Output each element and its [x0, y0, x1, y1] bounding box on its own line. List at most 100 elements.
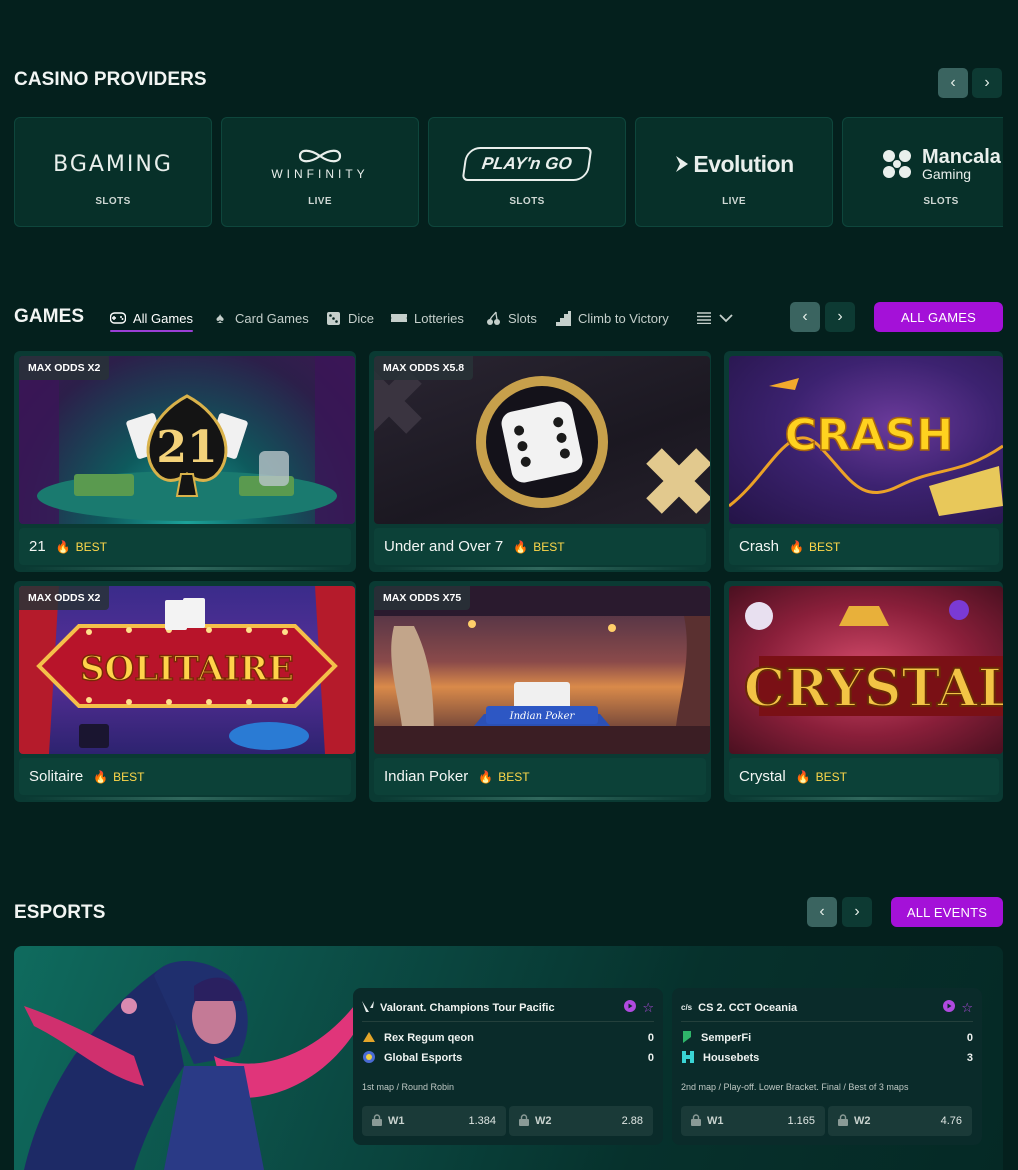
- provider-card-mancala[interactable]: Mancala Gaming SLOTS: [842, 117, 1003, 227]
- team-logo-icon: [362, 1031, 376, 1046]
- game-card-crash[interactable]: CRASH Crash 🔥 BEST: [724, 351, 1003, 572]
- dice-icon: [325, 310, 341, 326]
- odd-w1-button[interactable]: W1 1.384: [362, 1106, 506, 1136]
- fire-icon: 🔥: [93, 769, 109, 784]
- providers-prev-button[interactable]: ‹: [938, 68, 968, 98]
- all-events-button[interactable]: ALL EVENTS: [891, 897, 1003, 927]
- fire-icon: 🔥: [478, 769, 494, 784]
- game-name: 21: [29, 538, 46, 555]
- best-badge: 🔥 BEST: [478, 769, 530, 784]
- game-card-solitaire[interactable]: SOLITAIRE MAX ODDS X2 Solitaire 🔥 BEST: [14, 581, 356, 802]
- tab-climb-to-victory[interactable]: Climb to Victory: [555, 307, 669, 329]
- best-badge: 🔥 BEST: [93, 769, 145, 784]
- game-thumbnail-crash: CRASH: [729, 356, 1003, 524]
- bgaming-logo: BGAMING: [53, 151, 173, 177]
- providers-next-button[interactable]: ›: [972, 68, 1002, 98]
- match-card[interactable]: Valorant. Champions Tour Pacific ☆ Rex R…: [353, 988, 663, 1145]
- team2-score: 3: [966, 1052, 973, 1064]
- tab-card-games[interactable]: ♠ Card Games: [212, 307, 309, 329]
- active-tab-indicator: [110, 330, 193, 332]
- games-title: GAMES: [14, 306, 85, 327]
- ticket-icon: [391, 310, 407, 326]
- solitaire-title-text: SOLITAIRE: [80, 649, 294, 689]
- crystal-title-text: CRYSTAL: [744, 658, 1003, 719]
- more-tabs-dropdown[interactable]: [696, 307, 733, 329]
- provider-card-bgaming[interactable]: BGAMING SLOTS: [14, 117, 212, 227]
- indian-poker-banner-text: Indian Poker: [509, 711, 576, 722]
- cs2-icon: c/s: [681, 1003, 693, 1012]
- max-odds-badge: MAX ODDS X2: [19, 356, 110, 380]
- game-name: Indian Poker: [384, 768, 469, 785]
- winfinity-logo: WINFINITY: [222, 144, 418, 184]
- game-name: Crash: [739, 538, 780, 555]
- team1-score: 0: [966, 1032, 973, 1044]
- providers-carousel: BGAMING SLOTS WINFINITY LIVE PLAY'n GO S…: [14, 117, 1003, 227]
- lock-icon: [838, 1113, 848, 1129]
- max-odds-badge: MAX ODDS X2: [19, 586, 110, 610]
- odd-w1-button[interactable]: W1 1.165: [681, 1106, 825, 1136]
- fire-icon: 🔥: [795, 769, 811, 784]
- team1-score: 0: [647, 1032, 654, 1044]
- lock-icon: [372, 1113, 382, 1129]
- gamepad-icon: [110, 310, 126, 326]
- game-name: Solitaire: [29, 768, 84, 785]
- team2-name: Housebets: [703, 1052, 760, 1064]
- star-icon[interactable]: ☆: [961, 1000, 973, 1016]
- play-icon[interactable]: [624, 1000, 637, 1015]
- best-badge: 🔥 BEST: [789, 539, 841, 554]
- games-next-button[interactable]: ›: [825, 302, 855, 332]
- match-card[interactable]: c/s CS 2. CCT Oceania ☆ SemperFi 0 House…: [672, 988, 982, 1145]
- providers-title: CASINO PROVIDERS: [14, 69, 207, 90]
- tab-slots[interactable]: Slots: [485, 307, 537, 329]
- esports-title: ESPORTS: [14, 902, 106, 923]
- team-logo-icon: [681, 1050, 695, 1067]
- tab-all-games[interactable]: All Games: [110, 307, 193, 329]
- game-thumbnail-indian-poker: Indian Poker: [374, 586, 710, 754]
- lock-icon: [519, 1113, 529, 1129]
- odd-w2-button[interactable]: W2 4.76: [828, 1106, 972, 1136]
- team1-name: Rex Regum qeon: [384, 1032, 474, 1044]
- tab-lotteries[interactable]: Lotteries: [391, 307, 464, 329]
- cherry-icon: [485, 310, 501, 326]
- fire-icon: 🔥: [789, 539, 804, 554]
- game-card-indian-poker[interactable]: Indian Poker MAX ODDS X75 Indian Poker 🔥…: [369, 581, 711, 802]
- esports-next-button[interactable]: ›: [842, 897, 872, 927]
- playngo-logo: PLAY'n GO: [429, 144, 625, 184]
- blackjack-21-text: 21: [156, 422, 217, 473]
- match-info: 2nd map / Play-off. Lower Bracket. Final…: [681, 1082, 909, 1092]
- team-logo-icon: [681, 1030, 693, 1047]
- all-games-button[interactable]: ALL GAMES: [874, 302, 1003, 332]
- team2-score: 0: [647, 1052, 654, 1064]
- best-badge: 🔥 BEST: [513, 539, 565, 554]
- game-card-under-over-7[interactable]: MAX ODDS X5.8 Under and Over 7 🔥 BEST: [369, 351, 711, 572]
- game-thumbnail-under-over-7: [374, 356, 710, 524]
- team2-name: Global Esports: [384, 1052, 463, 1064]
- max-odds-badge: MAX ODDS X75: [374, 586, 471, 610]
- star-icon[interactable]: ☆: [642, 1000, 654, 1016]
- stairs-icon: [555, 310, 571, 326]
- tab-dice[interactable]: Dice: [325, 307, 374, 329]
- game-card-21[interactable]: 21 MAX ODDS X2 21 🔥 BEST: [14, 351, 356, 572]
- esports-prev-button[interactable]: ‹: [807, 897, 837, 927]
- play-icon[interactable]: [943, 1000, 956, 1015]
- provider-card-evolution[interactable]: Evolution LIVE: [635, 117, 833, 227]
- game-thumbnail-crystal: CRYSTAL: [729, 586, 1003, 754]
- games-prev-button[interactable]: ‹: [790, 302, 820, 332]
- game-thumbnail-21: 21: [19, 356, 355, 524]
- game-name: Under and Over 7: [384, 538, 504, 555]
- odd-w2-button[interactable]: W2 2.88: [509, 1106, 653, 1136]
- provider-card-playngo[interactable]: PLAY'n GO SLOTS: [428, 117, 626, 227]
- match-info: 1st map / Round Robin: [362, 1082, 455, 1092]
- team1-name: SemperFi: [701, 1032, 752, 1044]
- list-icon: [696, 310, 712, 326]
- fire-icon: 🔥: [55, 539, 71, 554]
- crash-title-text: CRASH: [785, 410, 954, 461]
- best-badge: 🔥 BEST: [55, 539, 107, 554]
- max-odds-badge: MAX ODDS X5.8: [374, 356, 474, 380]
- evolution-logo: Evolution: [636, 144, 832, 184]
- game-thumbnail-solitaire: SOLITAIRE: [19, 586, 355, 754]
- provider-card-winfinity[interactable]: WINFINITY LIVE: [221, 117, 419, 227]
- fire-icon: 🔥: [513, 539, 529, 554]
- game-card-crystal[interactable]: CRYSTAL Crystal 🔥 BEST: [724, 581, 1003, 802]
- team-logo-icon: [362, 1050, 376, 1067]
